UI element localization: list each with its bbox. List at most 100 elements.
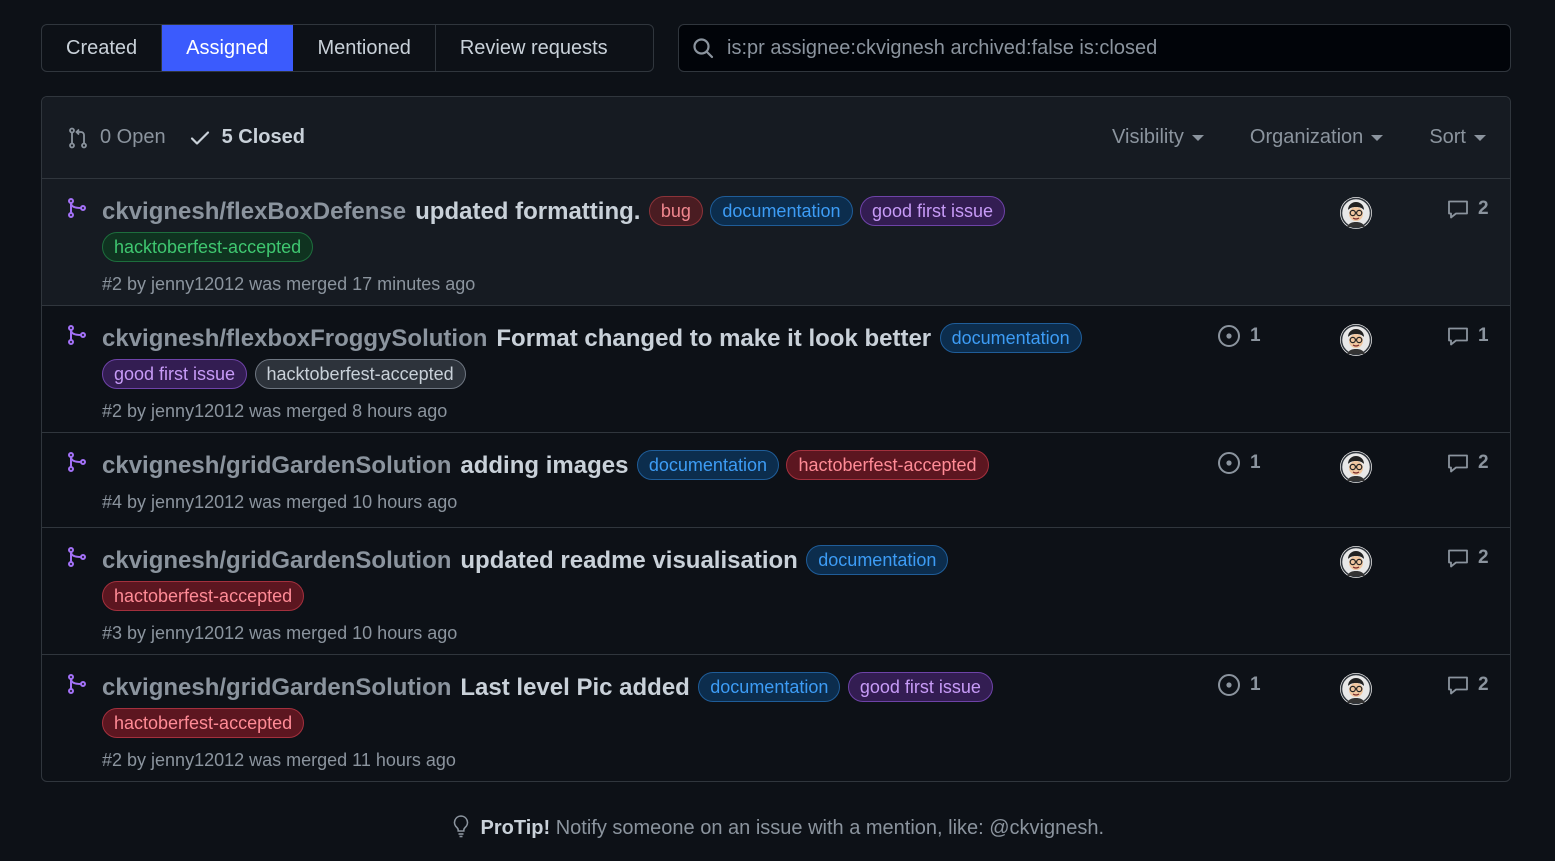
pr-title-line: ckvignesh/gridGardenSolution Last level P… — [102, 671, 1102, 744]
pr-title-line: ckvignesh/flexBoxDefense updated formatti… — [102, 195, 1102, 268]
pr-summary: ckvignesh/gridGardenSolution adding image… — [102, 449, 1102, 513]
comment-icon — [1446, 197, 1478, 221]
pr-title-link[interactable]: Format changed to make it look better — [496, 325, 931, 352]
assignee-avatar[interactable] — [1340, 546, 1372, 578]
sort-dropdown[interactable]: Sort — [1429, 126, 1486, 149]
merged-pr-icon — [66, 451, 88, 478]
pr-summary: ckvignesh/gridGardenSolution Last level P… — [102, 671, 1102, 771]
search-input[interactable] — [727, 25, 1510, 71]
label-badge[interactable]: documentation — [636, 450, 779, 480]
tab-assigned[interactable]: Assigned — [162, 25, 294, 71]
assignee-avatar[interactable] — [1340, 324, 1372, 356]
repo-link[interactable]: ckvignesh/gridGardenSolution — [102, 674, 451, 701]
sort-label: Sort — [1429, 126, 1466, 148]
label-badge[interactable]: hactoberfest-accepted — [102, 581, 305, 611]
linked-issues[interactable]: 1 — [1216, 672, 1261, 698]
light-bulb-icon — [453, 815, 469, 838]
label-badge[interactable]: good first issue — [102, 359, 248, 389]
merged-pr-icon — [66, 197, 88, 224]
assignee-avatar[interactable] — [1340, 197, 1372, 229]
label-badge[interactable]: hacktoberfest-accepted — [102, 232, 314, 262]
repo-link[interactable]: ckvignesh/flexboxFroggySolution — [102, 325, 487, 352]
issue-opened-icon — [1216, 672, 1250, 698]
closed-count: 5 Closed — [221, 126, 305, 148]
issue-opened-icon — [1216, 450, 1250, 476]
tab-review-requests[interactable]: Review requests — [436, 25, 632, 71]
linked-issues-count: 1 — [1250, 452, 1261, 473]
organization-dropdown[interactable]: Organization — [1250, 126, 1384, 149]
table-row: ckvignesh/gridGardenSolution adding image… — [42, 433, 1510, 528]
label-badge[interactable]: documentation — [710, 196, 853, 226]
pr-title-link[interactable]: updated formatting. — [415, 198, 640, 225]
comments-count: 1 — [1478, 325, 1489, 346]
pr-summary: ckvignesh/gridGardenSolution updated read… — [102, 544, 1102, 644]
label-badge[interactable]: documentation — [806, 545, 949, 575]
linked-issues-count: 1 — [1250, 325, 1261, 346]
pr-meta: #2 by jenny12012 was merged 11 hours ago — [102, 750, 456, 770]
pr-title-link[interactable]: adding images — [460, 452, 628, 479]
comments-count: 2 — [1478, 674, 1489, 695]
linked-issues[interactable]: 1 — [1216, 323, 1261, 349]
comments-link[interactable]: 2 — [1446, 546, 1489, 570]
pr-title-line: ckvignesh/flexboxFroggySolution Format ch… — [102, 322, 1102, 395]
comment-icon — [1446, 673, 1478, 697]
comment-icon — [1446, 451, 1478, 475]
table-row: ckvignesh/gridGardenSolution Last level P… — [42, 655, 1510, 781]
label-badge[interactable]: hactoberfest-accepted — [786, 450, 989, 480]
merged-pr-icon — [66, 673, 88, 700]
topbar: Created Assigned Mentioned Review reques… — [41, 24, 1511, 72]
pr-title-line: ckvignesh/gridGardenSolution updated read… — [102, 544, 1102, 617]
pr-meta: #4 by jenny12012 was merged 10 hours ago — [102, 492, 458, 512]
pr-title-link[interactable]: Last level Pic added — [460, 674, 689, 701]
comments-link[interactable]: 2 — [1446, 197, 1489, 221]
pr-summary: ckvignesh/flexboxFroggySolution Format ch… — [102, 322, 1102, 422]
repo-link[interactable]: ckvignesh/gridGardenSolution — [102, 547, 451, 574]
label-badge[interactable]: good first issue — [847, 672, 993, 702]
linked-issues[interactable]: 1 — [1216, 450, 1261, 476]
table-row: ckvignesh/gridGardenSolution updated read… — [42, 528, 1510, 655]
visibility-label: Visibility — [1112, 126, 1184, 148]
comments-link[interactable]: 2 — [1446, 451, 1489, 475]
pr-title-line: ckvignesh/gridGardenSolution adding image… — [102, 449, 1102, 486]
tab-mentioned[interactable]: Mentioned — [293, 25, 436, 71]
pr-meta: #2 by jenny12012 was merged 8 hours ago — [102, 401, 448, 421]
comments-count: 2 — [1478, 452, 1489, 473]
visibility-dropdown[interactable]: Visibility — [1112, 126, 1204, 149]
table-row: ckvignesh/flexBoxDefense updated formatti… — [42, 179, 1510, 306]
pr-meta: #2 by jenny12012 was merged 17 minutes a… — [102, 274, 476, 294]
assignee-avatar[interactable] — [1340, 451, 1372, 483]
label-badge[interactable]: bug — [648, 196, 703, 226]
comments-count: 2 — [1478, 198, 1489, 219]
comments-link[interactable]: 2 — [1446, 673, 1489, 697]
comments-count: 2 — [1478, 547, 1489, 568]
table-row: ckvignesh/flexboxFroggySolution Format ch… — [42, 306, 1510, 433]
pr-meta: #3 by jenny12012 was merged 10 hours ago — [102, 623, 458, 643]
closed-filter[interactable]: 5 Closed — [188, 126, 305, 150]
open-count: 0 Open — [100, 126, 166, 148]
label-badge[interactable]: hacktoberfest-accepted — [254, 359, 466, 389]
search-box — [678, 24, 1511, 72]
check-icon — [190, 130, 209, 145]
label-badge[interactable]: documentation — [939, 323, 1082, 353]
open-filter[interactable]: 0 Open — [66, 126, 166, 150]
merged-pr-icon — [66, 324, 88, 351]
tab-created[interactable]: Created — [42, 25, 163, 71]
label-badge[interactable]: hactoberfest-accepted — [102, 708, 305, 738]
list-header: 0 Open 5 Closed Visibility Organization … — [42, 97, 1510, 179]
comments-link[interactable]: 1 — [1446, 324, 1489, 348]
label-badge[interactable]: documentation — [698, 672, 841, 702]
repo-link[interactable]: ckvignesh/flexBoxDefense — [102, 198, 406, 225]
pr-title-link[interactable]: updated readme visualisation — [460, 547, 797, 574]
search-icon — [693, 38, 714, 59]
issue-opened-icon — [1216, 323, 1250, 349]
comment-icon — [1446, 324, 1478, 348]
caret-down-icon — [1371, 134, 1384, 141]
protip-label: ProTip! — [480, 817, 551, 839]
label-badge[interactable]: good first issue — [859, 196, 1006, 226]
assignee-avatar[interactable] — [1340, 673, 1372, 705]
caret-down-icon — [1474, 134, 1486, 141]
comment-icon — [1446, 546, 1478, 570]
linked-issues-count: 1 — [1250, 674, 1261, 695]
filter-tabs: Created Assigned Mentioned Review reques… — [41, 24, 654, 72]
repo-link[interactable]: ckvignesh/gridGardenSolution — [102, 452, 451, 479]
